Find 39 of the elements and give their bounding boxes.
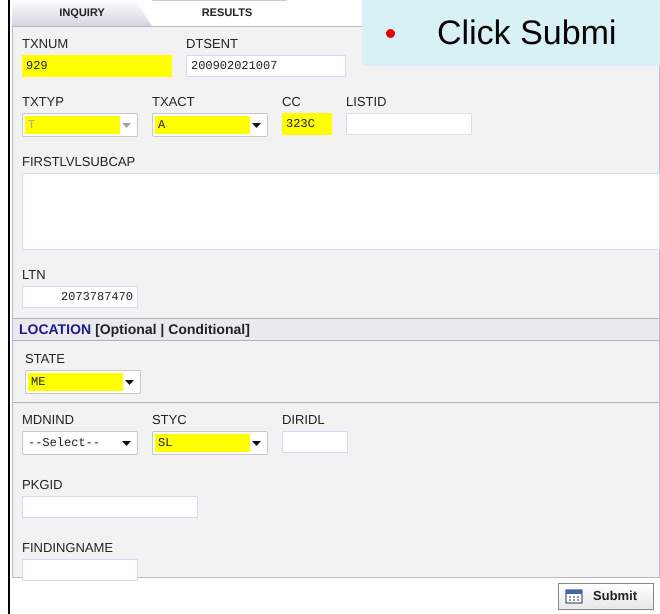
- field-label: STATE: [25, 351, 66, 367]
- field-label: LTN: [22, 267, 47, 283]
- dropdown[interactable]: A: [152, 113, 268, 137]
- dropdown[interactable]: ME: [25, 370, 141, 394]
- submit-button[interactable]: Submit: [558, 582, 654, 610]
- dropdown[interactable]: SL: [152, 431, 268, 455]
- tab[interactable]: INQUIRY: [12, 0, 152, 26]
- caret-icon: [125, 380, 134, 384]
- field-label: MDNIND: [22, 412, 75, 428]
- caret-icon: [122, 440, 131, 446]
- input-field[interactable]: 929: [22, 55, 172, 77]
- field-label: DTSENT: [186, 36, 239, 52]
- input-field[interactable]: 323C: [282, 113, 332, 135]
- field-label: FINDINGNAME: [22, 540, 114, 556]
- field-label: TXTYP: [22, 94, 65, 110]
- field-label: DIRIDL: [282, 412, 326, 428]
- caret-icon: [122, 122, 131, 128]
- field-label: STYC: [152, 412, 188, 428]
- input-field[interactable]: [346, 113, 472, 135]
- input-field[interactable]: 200902021007: [186, 55, 346, 77]
- text-area[interactable]: [22, 173, 660, 250]
- calendar-icon: [565, 588, 583, 604]
- section-title: LOCATION: [19, 320, 92, 339]
- field-label: CC: [282, 94, 302, 110]
- input-field[interactable]: [22, 559, 138, 581]
- callout-text: Click Submi: [437, 12, 616, 54]
- bullet-icon: [386, 28, 395, 38]
- field-label: FIRSTLVLSUBCAP: [22, 154, 136, 170]
- input-field[interactable]: [22, 496, 198, 518]
- field-label: TXACT: [152, 94, 196, 110]
- field-label: TXNUM: [22, 36, 70, 52]
- dropdown[interactable]: --Select--: [22, 431, 138, 455]
- field-label: PKGID: [22, 477, 64, 493]
- caret-icon: [252, 122, 261, 128]
- input-field[interactable]: 2073787470: [22, 286, 138, 308]
- field-label: LISTID: [346, 94, 388, 110]
- input-field[interactable]: [282, 431, 348, 453]
- caret-icon: [252, 440, 261, 446]
- section-note: [Optional | Conditional]: [95, 320, 250, 340]
